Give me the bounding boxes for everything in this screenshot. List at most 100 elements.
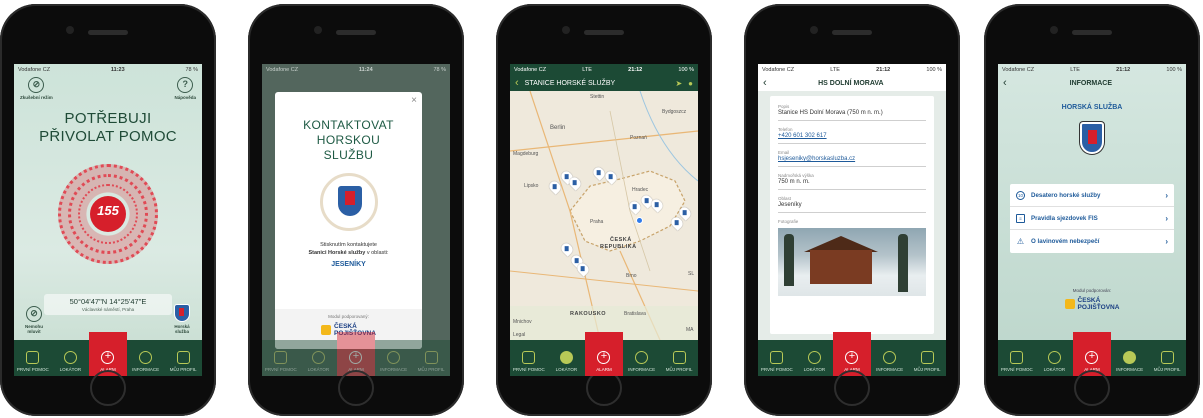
field-label: Popis: [778, 104, 790, 109]
nav-bar: ‹ HS DOLNÍ MORAVA: [758, 75, 946, 91]
nav-bar: ‹ INFORMACE: [998, 75, 1186, 91]
camera-icon: [562, 26, 570, 34]
tab-label: LOKÁTOR: [59, 367, 82, 372]
tab-label: PRVNÍ POMOC: [760, 367, 793, 372]
chevron-right-icon: ›: [1165, 213, 1168, 223]
screen-contact-modal: Vodafone CZ 11:24 78 % × KONTAKTOVAT HOR…: [262, 64, 450, 376]
photo-tree: [784, 234, 794, 286]
tab-locator[interactable]: LOKÁTOR: [52, 340, 90, 376]
dialog-title-line: KONTAKTOVAT: [303, 118, 394, 132]
map-graphics: [510, 91, 698, 340]
emergency-number: 155: [90, 196, 126, 232]
back-button[interactable]: ‹: [1003, 77, 1007, 89]
menu-item-fis-rules[interactable]: ≡ Pravidla sjezdovek FIS ›: [1010, 207, 1174, 230]
cannot-speak-button[interactable]: ⊘ Nemohu mluvit: [20, 306, 48, 334]
tab-information[interactable]: INFORMACE: [375, 340, 413, 376]
phone-frame-5: Vodafone CZ LTE 21:12 100 % ‹ INFORMACE …: [984, 4, 1200, 416]
emergency-call-button[interactable]: 155: [58, 164, 158, 264]
station-detail-card: Popis Stanice HS Dolní Morava (750 m n. …: [770, 96, 934, 334]
clock: 21:12: [1116, 66, 1131, 73]
page-title: STANICE HORSKÉ SLUŽBY: [524, 79, 616, 87]
tab-first-aid[interactable]: PRVNÍ POMOC: [998, 340, 1036, 376]
top-actions: ⊘ Zkušební režim ? Nápověda: [20, 77, 196, 100]
bottom-actions: ⊘ Nemohu mluvit Horská služba: [20, 304, 196, 334]
alarm-icon: [1085, 350, 1099, 364]
back-button[interactable]: ‹: [763, 77, 767, 89]
clock: 21:12: [628, 66, 643, 73]
globe-icon[interactable]: ●: [688, 79, 693, 88]
menu-item-avalanche[interactable]: ⚠ O lavinovém nebezpečí ›: [1010, 230, 1174, 253]
tab-information[interactable]: INFORMACE: [623, 340, 661, 376]
battery-label: 100 %: [678, 66, 694, 73]
menu-item-label: Desatero horské služby: [1031, 191, 1101, 199]
map-label: Hradec: [632, 187, 649, 193]
locator-icon: [559, 351, 573, 364]
field-photo: Fotografie: [778, 219, 926, 300]
carrier-label: Vodafone CZ: [762, 66, 795, 73]
tab-first-aid[interactable]: PRVNÍ POMOC: [510, 340, 548, 376]
no-speak-icon: ⊘: [26, 306, 42, 322]
page-title: INFORMACE: [1069, 79, 1113, 87]
dialog-text-line: v oblasti:: [366, 250, 389, 256]
tab-label: INFORMACE: [380, 367, 408, 372]
mountain-service-call-button[interactable]: [319, 173, 378, 231]
home-button[interactable]: [1074, 370, 1110, 406]
field-phone: Telefon +420 601 302 617: [778, 127, 926, 144]
dialog-text-line: Stisknutím kontaktujete: [320, 242, 377, 248]
nav-bar: ‹ STANICE HORSKÉ SLUŽBY ➤ ●: [510, 75, 698, 91]
home-button[interactable]: [338, 370, 374, 406]
field-label: Fotografie: [778, 219, 799, 224]
dialog-title-line: HORSKOU: [316, 133, 381, 147]
station-photo[interactable]: [778, 228, 926, 296]
tab-profile[interactable]: MŮJ PROFIL: [164, 340, 202, 376]
map-label: Stettin: [590, 94, 605, 100]
home-button[interactable]: [90, 370, 126, 406]
carrier-label: Vodafone CZ: [18, 66, 51, 73]
test-mode-button[interactable]: ⊘ Zkušební režim: [20, 77, 53, 100]
tab-locator[interactable]: LOKÁTOR: [796, 340, 834, 376]
menu-item-desatero[interactable]: 10 Desatero horské služby ›: [1010, 184, 1174, 207]
menu-item-label: O lavinovém nebezpečí: [1031, 238, 1100, 245]
map-view[interactable]: Stettin Bydgoszcz Berlin Poznań Magdebur…: [510, 91, 698, 340]
speaker-grille: [1072, 30, 1112, 35]
help-icon: ?: [177, 77, 194, 93]
tab-locator[interactable]: LOKÁTOR: [300, 340, 338, 376]
tab-locator[interactable]: LOKÁTOR: [548, 340, 586, 376]
speaker-grille: [336, 30, 376, 35]
tab-locator[interactable]: LOKÁTOR: [1036, 340, 1074, 376]
tab-profile[interactable]: MŮJ PROFIL: [1148, 340, 1186, 376]
tab-information[interactable]: INFORMACE: [871, 340, 909, 376]
phone-frame-2: Vodafone CZ 11:24 78 % × KONTAKTOVAT HOR…: [248, 4, 464, 416]
field-value: Jeseníky: [778, 202, 802, 208]
tab-profile[interactable]: MŮJ PROFIL: [660, 340, 698, 376]
camera-icon: [810, 26, 818, 34]
tab-first-aid[interactable]: PRVNÍ POMOC: [14, 340, 52, 376]
home-button[interactable]: [834, 370, 870, 406]
phone-frame-3: Vodafone CZ LTE 21:12 100 % ‹ STANICE HO…: [496, 4, 712, 416]
test-mode-icon: ⊘: [28, 77, 45, 93]
tab-label: INFORMACE: [132, 367, 160, 372]
close-icon[interactable]: ×: [411, 95, 417, 106]
mountain-service-button[interactable]: Horská služba: [168, 304, 196, 334]
screen-station-detail: Vodafone CZ LTE 21:12 100 % ‹ HS DOLNÍ M…: [758, 64, 946, 376]
email-link[interactable]: hsjeseniky@horskasluzba.cz: [778, 156, 926, 162]
phone-link[interactable]: +420 601 302 617: [778, 133, 926, 139]
tab-label: LOKÁTOR: [803, 367, 826, 372]
tab-information[interactable]: INFORMACE: [127, 340, 165, 376]
status-bar: Vodafone CZ 11:23 78 %: [14, 64, 202, 75]
tab-first-aid[interactable]: PRVNÍ POMOC: [758, 340, 796, 376]
back-button[interactable]: ‹: [515, 77, 519, 89]
page-title: HS DOLNÍ MORAVA: [818, 79, 884, 87]
tab-label: INFORMACE: [876, 367, 904, 372]
tab-profile[interactable]: MŮJ PROFIL: [908, 340, 946, 376]
clock: 21:12: [876, 66, 891, 73]
location-arrow-icon[interactable]: ➤: [675, 79, 682, 88]
speaker-grille: [88, 30, 128, 35]
tab-first-aid[interactable]: PRVNÍ POMOC: [262, 340, 300, 376]
tab-alarm[interactable]: ALARM: [585, 332, 623, 376]
help-button[interactable]: ? Nápověda: [174, 77, 196, 100]
tab-information[interactable]: INFORMACE: [1111, 340, 1149, 376]
map-label: Poznań: [630, 135, 647, 141]
mountain-service-logo-icon: [1080, 122, 1104, 154]
tab-profile[interactable]: MŮJ PROFIL: [412, 340, 450, 376]
